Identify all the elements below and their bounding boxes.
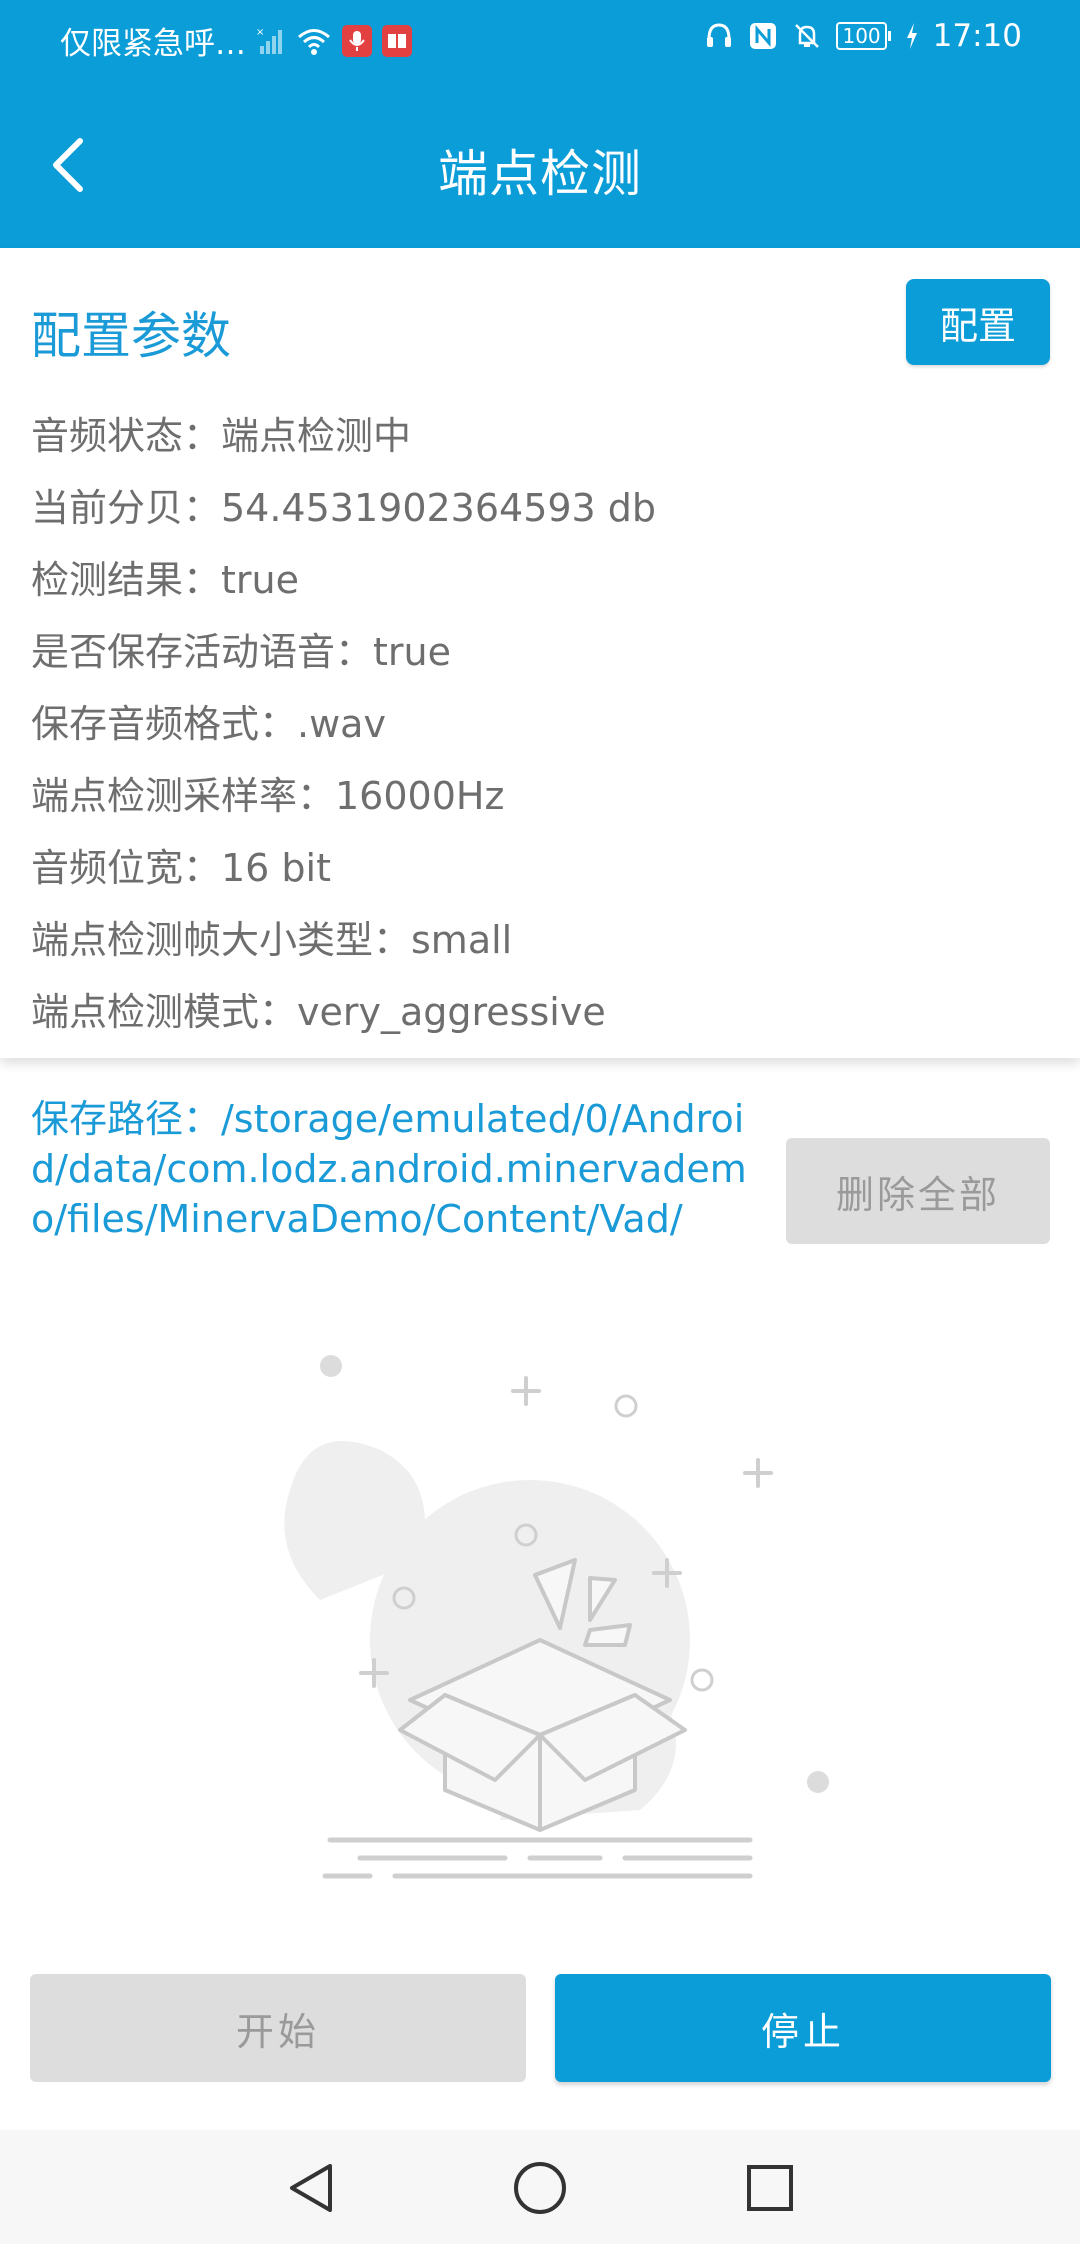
empty-box-icon [280, 1340, 840, 1900]
nav-recents-icon [747, 2165, 793, 2211]
param-save-voice: 是否保存活动语音：true [31, 630, 451, 674]
charging-icon [905, 21, 919, 51]
status-bar: 仅限紧急呼… × 100 17:10 [0, 0, 1080, 82]
stop-button[interactable]: 停止 [555, 1974, 1051, 2082]
nav-home-button[interactable] [512, 2160, 568, 2216]
nav-home-icon [514, 2162, 566, 2214]
headset-icon [704, 21, 734, 51]
system-nav-bar [0, 2130, 1080, 2244]
param-sample-rate: 端点检测采样率：16000Hz [31, 774, 505, 818]
clock-time: 17:10 [932, 18, 1022, 54]
nfc-icon [748, 21, 778, 51]
delete-all-button[interactable]: 删除全部 [786, 1138, 1050, 1244]
microphone-icon [342, 24, 372, 57]
param-detect-mode: 端点检测模式：very_aggressive [31, 990, 606, 1034]
svg-text:×: × [256, 27, 264, 38]
config-card: 配置参数 配置 音频状态：端点检测中 当前分贝：54.4531902364593… [0, 248, 1080, 1058]
save-path-text: 保存路径：/storage/emulated/0/Android/data/co… [31, 1097, 747, 1241]
carrier-text: 仅限紧急呼… [60, 26, 246, 62]
app-bar: 端点检测 [0, 82, 1080, 248]
start-button[interactable]: 开始 [30, 1974, 526, 2082]
nav-back-button[interactable] [283, 2160, 339, 2216]
nav-back-icon [290, 2164, 332, 2212]
config-button[interactable]: 配置 [906, 279, 1050, 365]
status-left: 仅限紧急呼… × [60, 18, 412, 63]
param-detect-result: 检测结果：true [31, 558, 299, 602]
status-right: 100 17:10 [704, 18, 1022, 54]
section-title: 配置参数 [31, 307, 231, 365]
param-audio-status: 音频状态：端点检测中 [31, 414, 412, 458]
param-frame-size: 端点检测帧大小类型：small [31, 918, 513, 962]
nav-recents-button[interactable] [742, 2160, 798, 2216]
signal-icon: × [256, 26, 286, 56]
battery-level: 100 [836, 22, 887, 50]
wifi-icon [296, 26, 332, 56]
book-icon [382, 24, 412, 57]
param-audio-format: 保存音频格式：.wav [31, 702, 386, 746]
param-bit-width: 音频位宽：16 bit [31, 846, 332, 890]
page-title: 端点检测 [438, 145, 642, 203]
battery-icon: 100 [836, 22, 891, 50]
param-list: 音频状态：端点检测中 当前分贝：54.4531902364593 db 检测结果… [31, 400, 656, 1048]
mute-bell-icon [792, 21, 822, 51]
param-current-db: 当前分贝：54.4531902364593 db [31, 486, 657, 530]
